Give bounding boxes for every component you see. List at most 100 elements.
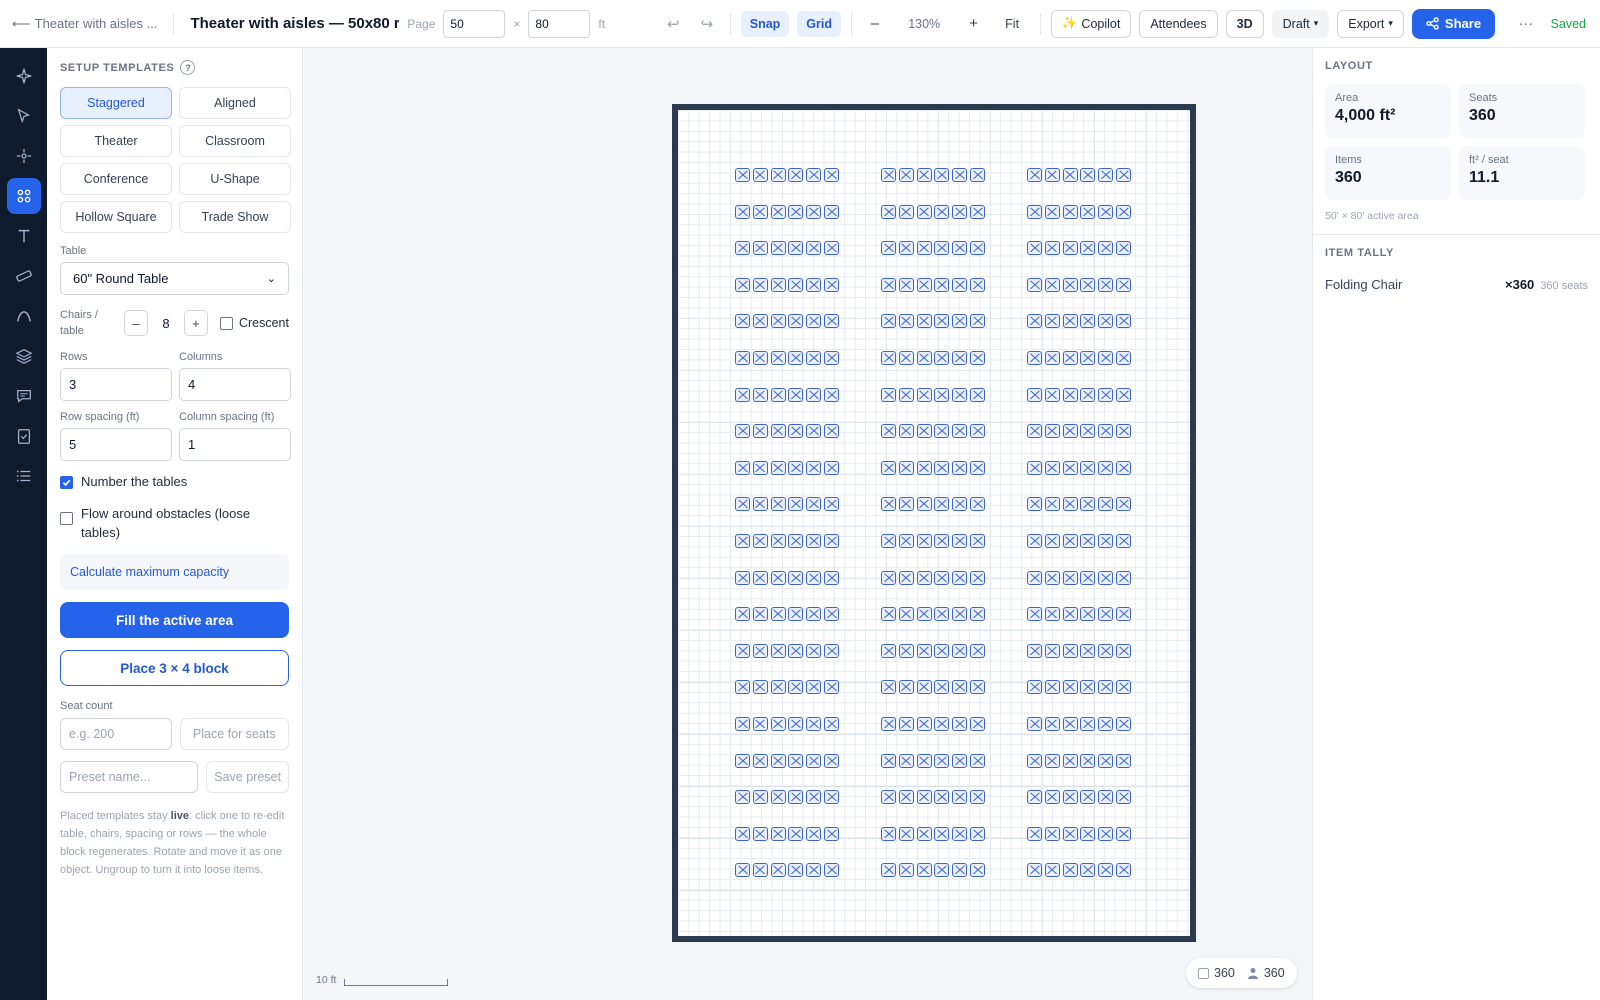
preset-name-input[interactable]: Preset name...: [60, 761, 199, 793]
folding-chair[interactable]: [898, 717, 914, 731]
floor-plan-canvas[interactable]: 10 ft 360 360: [304, 48, 1312, 1000]
folding-chair[interactable]: [1044, 351, 1060, 365]
folding-chair[interactable]: [788, 680, 804, 695]
folding-chair[interactable]: [806, 607, 822, 622]
folding-chair[interactable]: [898, 277, 914, 292]
folding-chair[interactable]: [970, 607, 985, 622]
folding-chair[interactable]: [806, 790, 822, 805]
folding-chair[interactable]: [1027, 717, 1042, 731]
folding-chair[interactable]: [1044, 497, 1060, 512]
folding-chair[interactable]: [770, 717, 786, 731]
document-title[interactable]: Theater with aisles — 50x80 re: [190, 15, 399, 32]
back-link[interactable]: ⟵ Theater with aisles ...: [12, 16, 157, 32]
folding-chair[interactable]: [1116, 863, 1131, 878]
folding-chair[interactable]: [898, 241, 914, 256]
folding-chair[interactable]: [1044, 387, 1060, 402]
folding-chair[interactable]: [735, 753, 750, 768]
crescent-option[interactable]: Crescent: [219, 316, 289, 330]
folding-chair[interactable]: [788, 497, 804, 512]
folding-chair[interactable]: [952, 790, 968, 805]
folding-chair[interactable]: [1080, 168, 1096, 182]
folding-chair[interactable]: [1027, 534, 1042, 548]
folding-chair[interactable]: [934, 460, 950, 475]
folding-chair[interactable]: [970, 204, 985, 219]
folding-chair[interactable]: [952, 643, 968, 658]
folding-chair[interactable]: [735, 351, 750, 365]
folding-chair[interactable]: [916, 680, 932, 695]
grid-toggle[interactable]: Grid: [797, 10, 841, 37]
flow-obstacles-checkbox[interactable]: [60, 512, 73, 525]
folding-chair[interactable]: [1116, 424, 1131, 439]
folding-chair[interactable]: [788, 351, 804, 365]
folding-chair[interactable]: [752, 314, 768, 329]
folding-chair[interactable]: [1027, 790, 1042, 805]
folding-chair[interactable]: [788, 790, 804, 805]
folding-chair[interactable]: [1044, 607, 1060, 622]
folding-chair[interactable]: [752, 790, 768, 805]
tally-row[interactable]: Folding Chair ×360 360 seats: [1325, 277, 1588, 292]
folding-chair[interactable]: [824, 204, 839, 219]
folding-chair[interactable]: [916, 643, 932, 658]
folding-chair[interactable]: [1098, 314, 1114, 329]
folding-chair[interactable]: [934, 204, 950, 219]
folding-chair[interactable]: [1080, 241, 1096, 256]
folding-chair[interactable]: [1062, 168, 1078, 182]
fill-area-button[interactable]: Fill the active area: [60, 602, 289, 638]
copilot-button[interactable]: ✨ Copilot: [1050, 9, 1132, 38]
folding-chair[interactable]: [916, 241, 932, 256]
folding-chair[interactable]: [898, 826, 914, 841]
folding-chair[interactable]: [806, 241, 822, 256]
folding-chair[interactable]: [1098, 277, 1114, 292]
folding-chair[interactable]: [1098, 643, 1114, 658]
folding-chair[interactable]: [770, 387, 786, 402]
folding-chair[interactable]: [788, 863, 804, 878]
folding-chair[interactable]: [770, 826, 786, 841]
folding-chair[interactable]: [735, 241, 750, 256]
folding-chair[interactable]: [881, 314, 896, 329]
folding-chair[interactable]: [881, 680, 896, 695]
folding-chair[interactable]: [1027, 643, 1042, 658]
folding-chair[interactable]: [752, 497, 768, 512]
folding-chair[interactable]: [735, 460, 750, 475]
folding-chair[interactable]: [916, 314, 932, 329]
folding-chair[interactable]: [1062, 241, 1078, 256]
folding-chair[interactable]: [1062, 351, 1078, 365]
folding-chair[interactable]: [806, 460, 822, 475]
folding-chair[interactable]: [881, 424, 896, 439]
folding-chair[interactable]: [824, 717, 839, 731]
folding-chair[interactable]: [735, 826, 750, 841]
folding-chair[interactable]: [824, 790, 839, 805]
folding-chair[interactable]: [824, 570, 839, 585]
folding-chair[interactable]: [934, 680, 950, 695]
folding-chair[interactable]: [770, 534, 786, 548]
folding-chair[interactable]: [1098, 387, 1114, 402]
folding-chair[interactable]: [1027, 680, 1042, 695]
folding-chair[interactable]: [1080, 607, 1096, 622]
folding-chair[interactable]: [788, 607, 804, 622]
chairs-decrement-button[interactable]: –: [123, 310, 148, 336]
folding-chair[interactable]: [1116, 534, 1131, 548]
folding-chair[interactable]: [1062, 863, 1078, 878]
folding-chair[interactable]: [952, 204, 968, 219]
folding-chair[interactable]: [752, 570, 768, 585]
folding-chair[interactable]: [735, 314, 750, 329]
room-area[interactable]: [672, 104, 1196, 942]
folding-chair[interactable]: [824, 607, 839, 622]
folding-chair[interactable]: [735, 534, 750, 548]
folding-chair[interactable]: [934, 753, 950, 768]
folding-chair[interactable]: [806, 753, 822, 768]
folding-chair[interactable]: [952, 534, 968, 548]
folding-chair[interactable]: [916, 790, 932, 805]
template-u-shape[interactable]: U-Shape: [179, 163, 291, 195]
folding-chair[interactable]: [1027, 753, 1042, 768]
folding-chair[interactable]: [916, 424, 932, 439]
folding-chair[interactable]: [1080, 753, 1096, 768]
folding-chair[interactable]: [934, 643, 950, 658]
folding-chair[interactable]: [1027, 570, 1042, 585]
folding-chair[interactable]: [788, 424, 804, 439]
folding-chair[interactable]: [1098, 717, 1114, 731]
folding-chair[interactable]: [1080, 570, 1096, 585]
folding-chair[interactable]: [770, 168, 786, 182]
move-icon[interactable]: [7, 138, 41, 174]
template-trade-show[interactable]: Trade Show: [179, 201, 291, 233]
